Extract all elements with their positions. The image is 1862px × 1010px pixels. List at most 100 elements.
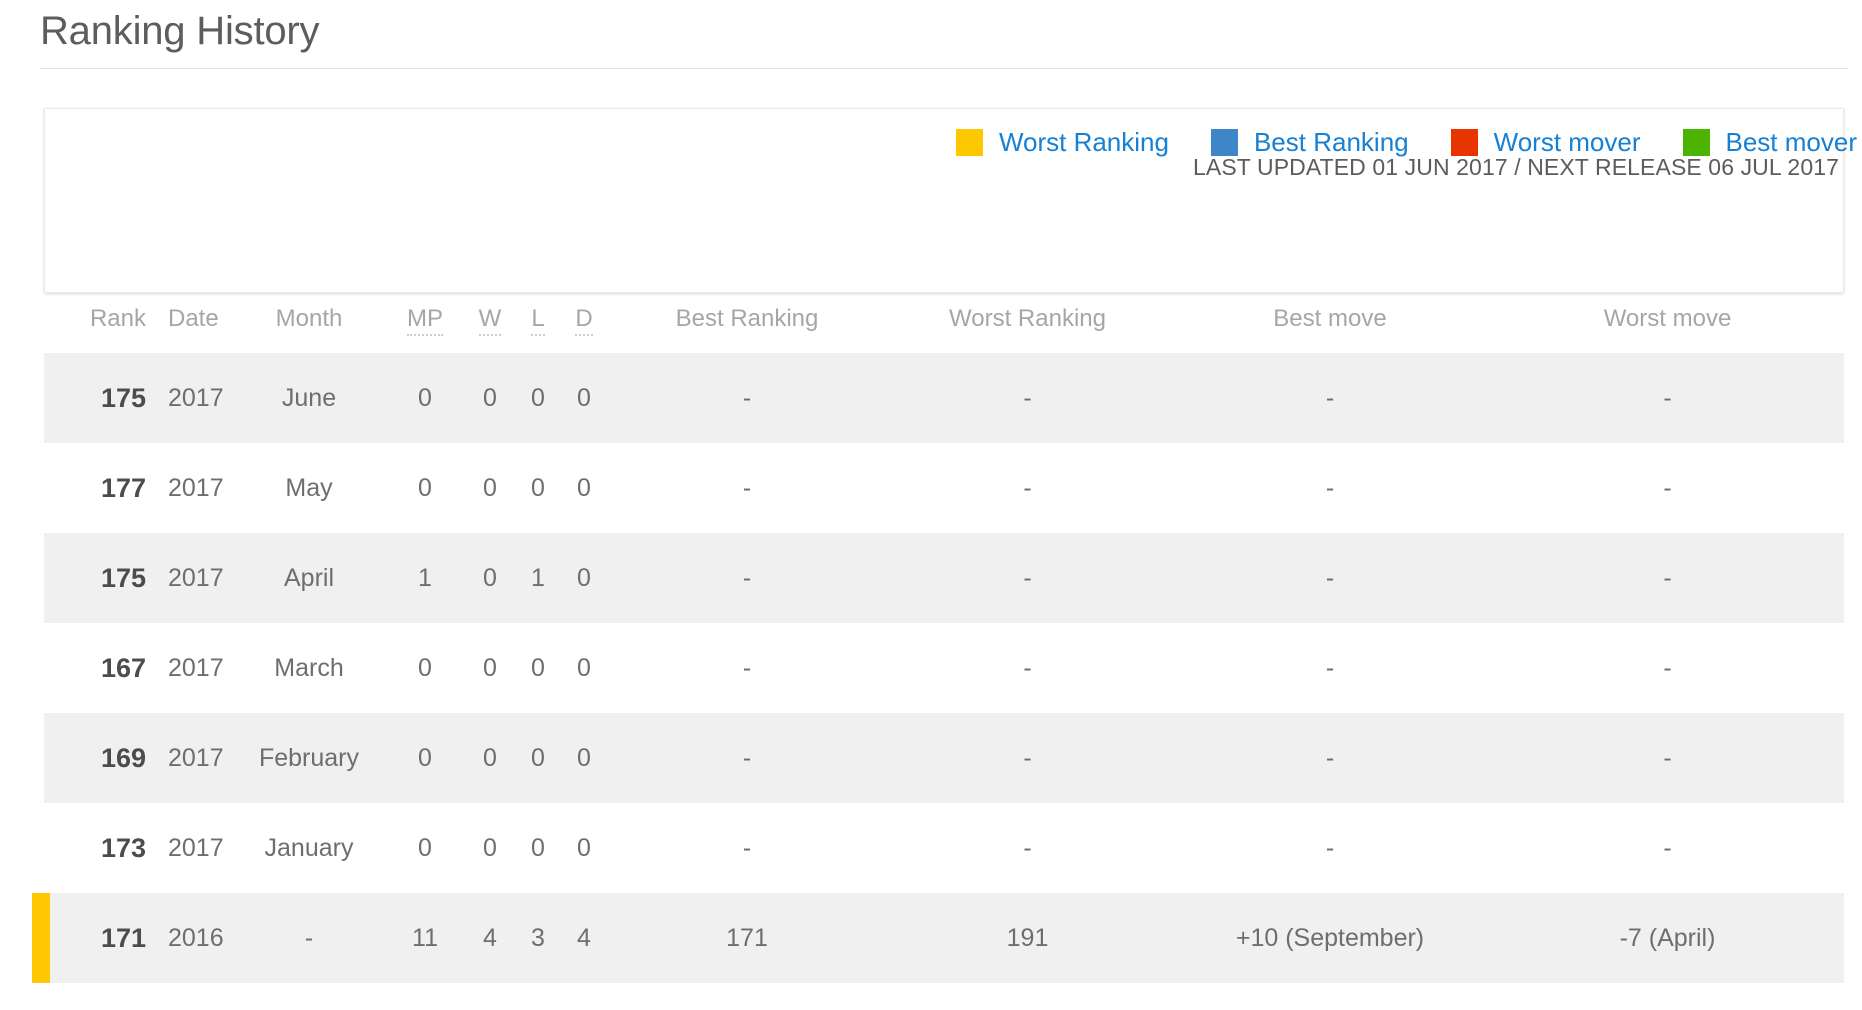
chart-legend: Worst Ranking Best Ranking Worst mover B… xyxy=(956,129,1857,156)
cell-worst-move: - xyxy=(1491,803,1844,893)
column-header-rank: Rank xyxy=(44,305,146,353)
cell-worst-move: -7 (April) xyxy=(1491,893,1844,983)
legend-item-worst-ranking[interactable]: Worst Ranking xyxy=(956,129,1169,156)
column-header-d[interactable]: D xyxy=(560,305,608,353)
column-header-worst-ranking: Worst Ranking xyxy=(886,305,1169,353)
cell-mp: 0 xyxy=(386,803,464,893)
cell-date: 2016 xyxy=(146,893,232,983)
cell-rank: 169 xyxy=(44,713,146,803)
legend-item-best-mover[interactable]: Best mover xyxy=(1683,129,1858,156)
cell-w: 0 xyxy=(464,623,516,713)
cell-l: 0 xyxy=(516,353,560,443)
table-row[interactable]: 1752017April1010---- xyxy=(44,533,1844,623)
cell-mp: 11 xyxy=(386,893,464,983)
cell-rank: 177 xyxy=(44,443,146,533)
cell-month: April xyxy=(232,533,386,623)
cell-worst-move: - xyxy=(1491,533,1844,623)
table-row[interactable]: 1672017March0000---- xyxy=(44,623,1844,713)
best-ranking-swatch-icon xyxy=(1211,129,1238,156)
cell-worst-move: - xyxy=(1491,353,1844,443)
column-header-mp-label: MP xyxy=(407,305,443,336)
legend-label-worst-mover: Worst mover xyxy=(1494,129,1641,156)
legend-label-worst-ranking: Worst Ranking xyxy=(999,129,1169,156)
cell-mp: 0 xyxy=(386,353,464,443)
cell-w: 0 xyxy=(464,803,516,893)
cell-w: 0 xyxy=(464,713,516,803)
last-updated-text: LAST UPDATED 01 JUN 2017 / NEXT RELEASE … xyxy=(1193,154,1839,181)
cell-best-move: +10 (September) xyxy=(1169,893,1491,983)
column-header-date: Date xyxy=(146,305,232,353)
column-header-w[interactable]: W xyxy=(464,305,516,353)
cell-date: 2017 xyxy=(146,713,232,803)
cell-best-move: - xyxy=(1169,713,1491,803)
cell-d: 0 xyxy=(560,443,608,533)
column-header-month: Month xyxy=(232,305,386,353)
cell-worst-move: - xyxy=(1491,443,1844,533)
table-header: Rank Date Month MP W L D Best Ranking Wo… xyxy=(44,305,1844,353)
cell-worst-ranking: 191 xyxy=(886,893,1169,983)
cell-date: 2017 xyxy=(146,443,232,533)
cell-date: 2017 xyxy=(146,533,232,623)
cell-best-ranking: - xyxy=(608,713,886,803)
best-mover-swatch-icon xyxy=(1683,129,1710,156)
cell-best-ranking: - xyxy=(608,623,886,713)
cell-rank: 167 xyxy=(44,623,146,713)
cell-date: 2017 xyxy=(146,623,232,713)
cell-l: 0 xyxy=(516,623,560,713)
cell-d: 0 xyxy=(560,353,608,443)
cell-d: 0 xyxy=(560,623,608,713)
column-header-worst-move: Worst move xyxy=(1491,305,1844,353)
table-row[interactable]: 1712016-11434171191+10 (September)-7 (Ap… xyxy=(44,893,1844,983)
legend-label-best-mover: Best mover xyxy=(1726,129,1858,156)
table-row[interactable]: 1772017May0000---- xyxy=(44,443,1844,533)
cell-rank: 173 xyxy=(44,803,146,893)
cell-month: January xyxy=(232,803,386,893)
ranking-chart-panel: Worst Ranking Best Ranking Worst mover B… xyxy=(44,108,1844,293)
cell-worst-ranking: - xyxy=(886,533,1169,623)
column-header-d-label: D xyxy=(575,305,592,336)
table-row[interactable]: 1752017June0000---- xyxy=(44,353,1844,443)
column-header-l[interactable]: L xyxy=(516,305,560,353)
cell-rank: 171 xyxy=(44,893,146,983)
cell-best-move: - xyxy=(1169,803,1491,893)
worst-ranking-swatch-icon xyxy=(956,129,983,156)
cell-best-ranking: - xyxy=(608,353,886,443)
cell-l: 3 xyxy=(516,893,560,983)
column-header-l-label: L xyxy=(531,305,544,336)
cell-l: 0 xyxy=(516,713,560,803)
cell-l: 0 xyxy=(516,803,560,893)
table-row[interactable]: 1732017January0000---- xyxy=(44,803,1844,893)
cell-worst-ranking: - xyxy=(886,443,1169,533)
cell-month: March xyxy=(232,623,386,713)
cell-rank: 175 xyxy=(44,353,146,443)
cell-date: 2017 xyxy=(146,803,232,893)
cell-l: 1 xyxy=(516,533,560,623)
worst-mover-swatch-icon xyxy=(1451,129,1478,156)
cell-best-move: - xyxy=(1169,353,1491,443)
page-header: Ranking History xyxy=(40,6,1848,69)
column-header-mp[interactable]: MP xyxy=(386,305,464,353)
cell-worst-ranking: - xyxy=(886,623,1169,713)
column-header-best-move: Best move xyxy=(1169,305,1491,353)
cell-best-move: - xyxy=(1169,443,1491,533)
cell-mp: 0 xyxy=(386,623,464,713)
legend-label-best-ranking: Best Ranking xyxy=(1254,129,1409,156)
cell-month: June xyxy=(232,353,386,443)
cell-month: February xyxy=(232,713,386,803)
cell-best-ranking: - xyxy=(608,533,886,623)
cell-w: 0 xyxy=(464,353,516,443)
table-header-row: Rank Date Month MP W L D Best Ranking Wo… xyxy=(44,305,1844,353)
legend-item-best-ranking[interactable]: Best Ranking xyxy=(1211,129,1409,156)
cell-w: 4 xyxy=(464,893,516,983)
cell-rank: 175 xyxy=(44,533,146,623)
cell-best-move: - xyxy=(1169,533,1491,623)
cell-best-ranking: - xyxy=(608,443,886,533)
cell-month: - xyxy=(232,893,386,983)
cell-worst-move: - xyxy=(1491,713,1844,803)
cell-worst-ranking: - xyxy=(886,353,1169,443)
legend-item-worst-mover[interactable]: Worst mover xyxy=(1451,129,1641,156)
cell-best-ranking: 171 xyxy=(608,893,886,983)
table-row[interactable]: 1692017February0000---- xyxy=(44,713,1844,803)
cell-mp: 1 xyxy=(386,533,464,623)
cell-best-ranking: - xyxy=(608,803,886,893)
